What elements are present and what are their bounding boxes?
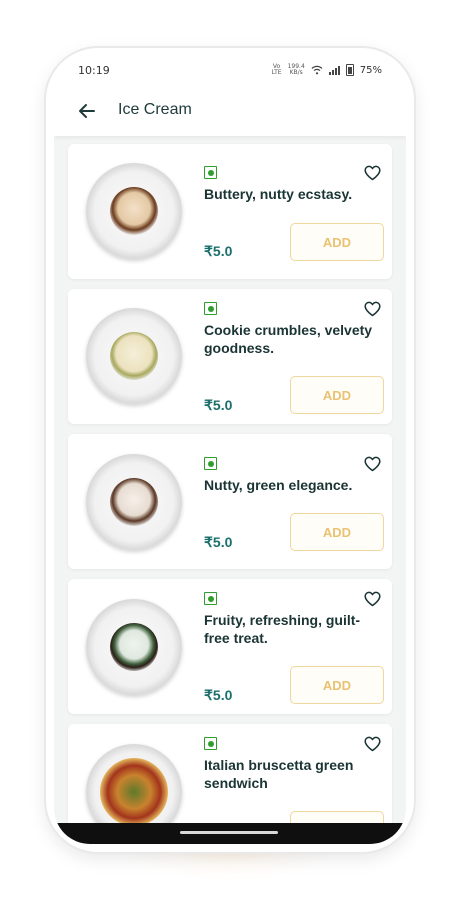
app-screen: 10:19 Vo LTE 199.4 KB/s 75% Ice Cream Bu… [54, 56, 406, 844]
menu-item-card[interactable]: Buttery, nutty ecstasy. ₹5.0 ADD [68, 144, 392, 279]
food-photo [100, 758, 168, 826]
menu-item-card[interactable]: Cookie crumbles, velvety goodness. ₹5.0 … [68, 289, 392, 424]
food-photo [110, 332, 158, 380]
food-photo [110, 187, 158, 235]
system-nav-bar [54, 823, 406, 844]
home-indicator[interactable] [180, 831, 278, 834]
item-image [86, 163, 182, 259]
heart-outline-icon[interactable] [364, 456, 381, 472]
add-button[interactable]: ADD [290, 223, 384, 261]
battery-percent: 75% [359, 64, 382, 76]
network-speed: 199.4 KB/s [287, 63, 305, 76]
battery-icon [345, 64, 354, 76]
network-type: Vo LTE [271, 63, 282, 76]
arrow-left-icon[interactable] [76, 100, 98, 122]
item-image [86, 308, 182, 404]
add-button[interactable]: ADD [290, 513, 384, 551]
item-price: ₹5.0 [204, 687, 233, 703]
item-image [86, 599, 182, 695]
veg-indicator-icon [204, 737, 217, 750]
cell-signal-icon [328, 65, 340, 75]
add-button[interactable]: ADD [290, 666, 384, 704]
heart-outline-icon[interactable] [364, 591, 381, 607]
item-price: ₹5.0 [204, 243, 233, 259]
wifi-icon [311, 65, 323, 75]
veg-indicator-icon [204, 166, 217, 179]
food-photo [110, 478, 158, 526]
app-header: Ice Cream [54, 86, 406, 136]
menu-item-card[interactable]: Fruity, refreshing, guilt-free treat. ₹5… [68, 579, 392, 714]
menu-item-card[interactable]: Nutty, green elegance. ₹5.0 ADD [68, 434, 392, 569]
heart-outline-icon[interactable] [364, 736, 381, 752]
status-time: 10:19 [78, 64, 110, 77]
item-name: Buttery, nutty ecstasy. [204, 186, 353, 202]
heart-outline-icon[interactable] [364, 165, 381, 181]
veg-indicator-icon [204, 302, 217, 315]
item-name: Italian bruscetta green sendwich [204, 757, 354, 791]
item-price: ₹5.0 [204, 397, 233, 413]
veg-indicator-icon [204, 457, 217, 470]
food-photo [110, 623, 158, 671]
item-name: Fruity, refreshing, guilt-free treat. [204, 612, 361, 646]
add-button[interactable]: ADD [290, 376, 384, 414]
page-title: Ice Cream [118, 101, 192, 118]
item-price: ₹5.0 [204, 534, 233, 550]
item-name: Nutty, green elegance. [204, 477, 353, 493]
status-icons: Vo LTE 199.4 KB/s 75% [272, 64, 382, 76]
item-image [86, 454, 182, 550]
heart-outline-icon[interactable] [364, 301, 381, 317]
status-bar: 10:19 Vo LTE 199.4 KB/s 75% [54, 56, 406, 86]
veg-indicator-icon [204, 592, 217, 605]
item-name: Cookie crumbles, velvety goodness. [204, 322, 373, 356]
